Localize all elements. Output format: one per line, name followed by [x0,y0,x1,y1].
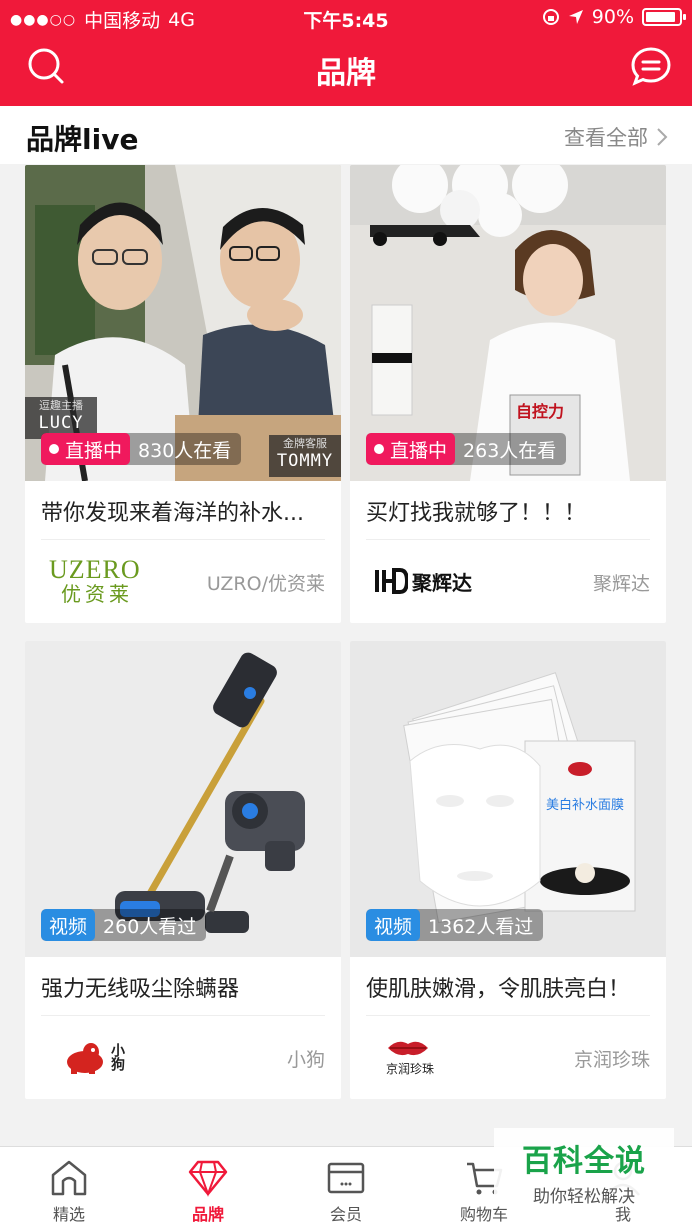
card-grid: 逗趣主播 LUCY 金牌客服 TOMMY 直播中 830人在看 带你发现来着海洋… [0,164,692,1146]
divider [41,1015,325,1016]
view-all-link[interactable]: 查看全部 [564,122,668,152]
battery-percent: 90% [591,6,634,28]
home-icon [51,1160,87,1196]
chevron-right-icon [657,128,668,146]
view-all-label: 查看全部 [564,126,648,150]
location-icon [568,10,583,24]
video-tag: 视频 [49,915,88,938]
view-count: 1362人看过 [428,915,534,938]
card-caption: 强力无线吸尘除螨器 [41,977,240,1002]
live-badge: 直播中 830人在看 [41,433,242,465]
top-bar: ●●●○○ 中国移动 4G 下午5:45 90% 品牌 [0,0,692,106]
live-card[interactable]: 自控力 直播中 263人在看 买灯找我就够了！！！ 聚辉达 聚辉达 [350,165,666,623]
card-icon [327,1162,365,1194]
diamond-icon [188,1160,228,1197]
divider [366,539,650,540]
video-badge: 视频 1362人看过 [366,909,544,941]
live-badge: 直播中 263人在看 [366,433,567,465]
brand-name[interactable]: 京润珍珠 [574,1045,650,1072]
viewer-count: 263人在看 [463,439,557,462]
video-card[interactable]: 视频 260人看过 强力无线吸尘除螨器 小狗 小狗 [25,641,341,1099]
live-tag: 直播中 [65,439,123,462]
battery-icon [642,8,686,26]
brand-name[interactable]: UZRO/优资莱 [207,569,325,596]
message-icon[interactable] [630,46,672,88]
card-caption: 带你发现来着海洋的补水... [41,501,304,526]
page-title: 品牌 [316,56,376,91]
lips-logo-icon [388,1041,428,1055]
brand-live-section: 品牌live 查看全部 逗趣主播 LUCY 金牌客服 TOMMY 直播中 830… [0,106,692,1146]
live-card[interactable]: 逗趣主播 LUCY 金牌客服 TOMMY 直播中 830人在看 带你发现来着海洋… [25,165,341,623]
mask-box-text: 美白补水面膜 [546,797,624,813]
section-title: 品牌live [26,123,139,156]
view-count: 260人看过 [103,915,197,938]
brand-logo: 京润珍珠 [386,1025,516,1089]
divider [41,539,325,540]
live-tag: 直播中 [390,439,448,462]
video-badge: 视频 260人看过 [41,909,207,941]
card-caption: 买灯找我就够了！！！ [366,501,587,526]
brand-logo: 小狗 [65,1025,195,1089]
rotation-lock-icon [542,9,559,25]
tab-brand[interactable]: 品牌 [158,1159,258,1225]
video-card[interactable]: 美白补水面膜 视频 1362人看过 使肌肤嫩滑，令肌肤亮白！ 京润珍珠 京润珍珠 [350,641,666,1099]
viewer-count: 830人在看 [138,439,232,462]
watermark-subtitle: 助你轻松解决 [533,1187,635,1207]
brand-name[interactable]: 小狗 [287,1045,325,1072]
status-bar: ●●●○○ 中国移动 4G 下午5:45 90% [0,0,692,34]
jhd-logo-icon [375,568,408,594]
watermark: 百科全说 助你轻松解决 [494,1128,674,1207]
book-title: 自控力 [516,402,564,421]
brand-logo: UZERO 优资莱 [49,555,141,606]
watermark-title: 百科全说 [522,1144,646,1179]
tab-member[interactable]: 会员 [296,1159,396,1225]
tab-featured[interactable]: 精选 [19,1159,119,1225]
brand-logo: 聚辉达 [374,549,504,613]
host-label-right: 金牌客服 TOMMY [269,435,341,477]
brand-name[interactable]: 聚辉达 [593,569,650,596]
card-caption: 使肌肤嫩滑，令肌肤亮白！ [366,977,631,1002]
video-tag: 视频 [374,915,413,938]
puppy-logo-icon [67,1043,103,1074]
divider [366,1015,650,1016]
